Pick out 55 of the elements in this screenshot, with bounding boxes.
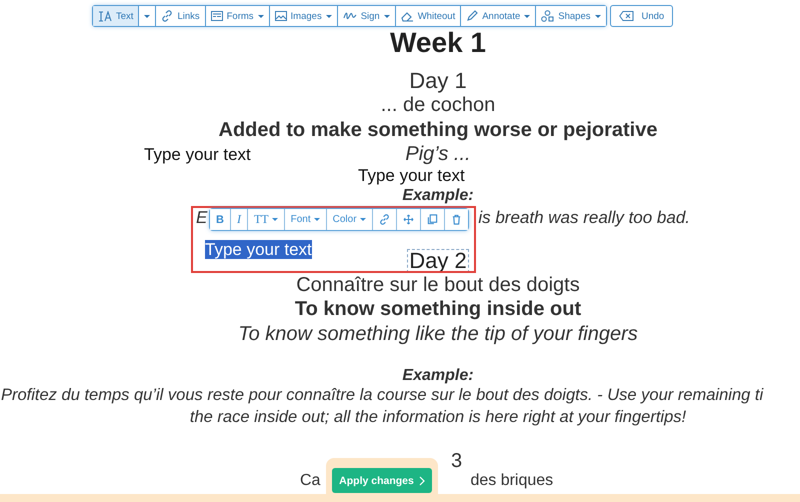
document-text: E [196, 208, 208, 228]
link-button[interactable] [372, 209, 397, 230]
document-text: Example: [402, 187, 474, 205]
document-text: ... de cochon [380, 94, 496, 118]
text-annotation[interactable]: Type your text [358, 166, 465, 186]
trash-icon [450, 214, 462, 225]
page-heading: Week 1 [390, 27, 486, 59]
link-icon [378, 214, 390, 225]
document-text: is breath was really too bad. [478, 208, 690, 228]
undo-icon [618, 11, 634, 21]
italic-button[interactable]: I [230, 209, 248, 230]
toolbar-button[interactable]: Shapes [536, 6, 606, 26]
document-text: Connaître sur le bout des doigts [296, 274, 580, 297]
chevron-right-icon [418, 476, 425, 486]
link-icon [161, 10, 174, 22]
document-text: To know something like the tip of your fingers [238, 322, 638, 346]
document-text: Profitez du temps qu’il vous reste pour connaître la course sur le bout des doigts. - Use your remaining ti [1, 386, 764, 405]
dropdown-button[interactable] [139, 6, 156, 26]
copy-icon [426, 214, 438, 225]
document-text: Day 1 [409, 68, 467, 94]
undo-button[interactable]: Undo [610, 5, 674, 27]
toolbar-button[interactable]: Links [156, 6, 206, 26]
copy-button[interactable] [420, 209, 445, 230]
document-text: Ca [300, 472, 320, 490]
toolbar-button[interactable]: Whiteout [396, 6, 462, 26]
pen-icon [466, 10, 478, 22]
signature-icon [342, 11, 357, 21]
color-button[interactable]: Color [326, 209, 373, 230]
text-tool-icon [98, 10, 112, 22]
document-text: 3 [451, 450, 462, 473]
toolbar-button[interactable]: Images [270, 6, 338, 26]
delete-button[interactable] [444, 209, 468, 230]
document-text: the race inside out; all the information is here right at your fingertips! [190, 408, 686, 427]
bold-button[interactable]: B [210, 209, 231, 230]
selected-text-frame[interactable]: Day 2 [407, 249, 469, 273]
image-icon [274, 11, 287, 21]
document-text: Example: [402, 366, 474, 384]
text-annotation[interactable]: Type your text [144, 145, 251, 165]
document-text: Pig’s ... [405, 143, 471, 166]
eraser-icon [400, 10, 414, 22]
document-text: To know something inside out [294, 298, 582, 322]
toolbar-button[interactable]: Annotate [461, 6, 536, 26]
font-button[interactable]: Font [284, 209, 327, 230]
toolbar-button[interactable]: Sign [338, 6, 396, 26]
apply-changes-button[interactable]: Apply changes [332, 468, 432, 493]
toolbar-button[interactable]: Text [93, 6, 140, 26]
selected-text[interactable]: Type your text [205, 240, 312, 259]
document-text: des briques [470, 472, 554, 490]
shapes-icon [541, 10, 554, 22]
size-button[interactable]: TT [248, 209, 285, 230]
toolbar-button[interactable]: Forms [206, 6, 270, 26]
form-icon [210, 11, 223, 21]
move-button[interactable] [396, 209, 421, 230]
document-text: Added to make something worse or pejorative [218, 118, 658, 142]
move-icon [402, 214, 414, 225]
